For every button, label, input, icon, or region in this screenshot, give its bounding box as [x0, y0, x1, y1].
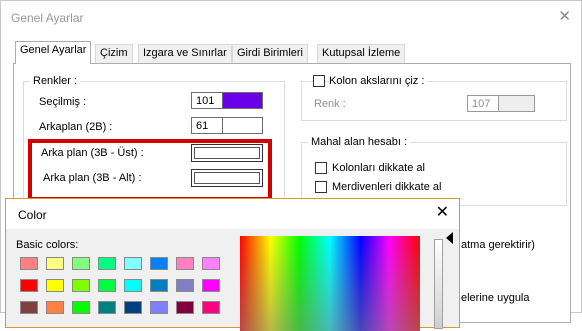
basic-color-swatch[interactable]	[46, 257, 64, 270]
basic-color-swatch[interactable]	[72, 301, 90, 314]
basic-color-swatch[interactable]	[72, 279, 90, 292]
partial-text-apply: elerine uygula	[461, 292, 530, 304]
color-dialog-title-bar: Color ✕	[6, 199, 459, 229]
consider-columns-label: Kolonları dikkate al	[332, 162, 425, 174]
window-title: Genel Ayarlar	[11, 11, 84, 25]
basic-color-swatch[interactable]	[202, 279, 220, 292]
close-icon[interactable]: ✕	[558, 8, 571, 26]
consider-stairs-checkbox[interactable]	[315, 181, 327, 193]
basic-color-swatch[interactable]	[124, 301, 142, 314]
basic-colors-label: Basic colors:	[16, 239, 79, 251]
tab-polar-tracking[interactable]: Kutupsal İzleme	[317, 44, 406, 63]
selected-color-field[interactable]: 101	[191, 92, 263, 109]
color-dialog: Color ✕ Basic colors:	[5, 198, 460, 331]
basic-color-swatch[interactable]	[150, 279, 168, 292]
color-spectrum[interactable]	[240, 236, 420, 331]
background-2d-label: Arkaplan (2B) :	[39, 121, 113, 133]
tab-general-settings[interactable]: Genel Ayarlar	[15, 41, 92, 64]
basic-color-swatch[interactable]	[150, 301, 168, 314]
area-calc-group-label: Mahal alan hesabı :	[308, 136, 411, 148]
tab-grid-and-limits[interactable]: Izgara ve Sınırlar	[138, 44, 232, 63]
colors-group-label: Renkler :	[30, 75, 81, 87]
axis-color-field[interactable]: 107	[467, 95, 535, 112]
luminance-arrow-icon[interactable]	[446, 232, 453, 244]
basic-color-swatch[interactable]	[98, 301, 116, 314]
basic-color-swatch[interactable]	[98, 279, 116, 292]
highlight-frame	[28, 139, 272, 201]
draw-column-axes-checkbox[interactable]	[313, 75, 325, 87]
basic-color-swatch[interactable]	[124, 279, 142, 292]
background-2d-color-field[interactable]: 61	[191, 117, 263, 134]
partial-text-restart: atma gerektirir)	[461, 239, 535, 251]
background-2d-swatch	[222, 118, 262, 133]
color-dialog-close-icon[interactable]: ✕	[436, 204, 449, 222]
consider-columns-checkbox[interactable]	[315, 162, 327, 174]
basic-color-swatch[interactable]	[20, 257, 38, 270]
basic-color-swatch[interactable]	[46, 279, 64, 292]
basic-color-swatch[interactable]	[20, 301, 38, 314]
basic-color-swatch[interactable]	[72, 257, 90, 270]
axis-color-label: Renk :	[314, 98, 346, 110]
basic-color-swatch[interactable]	[176, 279, 194, 292]
basic-color-swatch[interactable]	[124, 257, 142, 270]
basic-color-swatch[interactable]	[202, 257, 220, 270]
luminance-bar[interactable]	[434, 239, 443, 329]
selected-color-swatch	[222, 93, 262, 108]
basic-color-swatch[interactable]	[176, 257, 194, 270]
basic-color-swatch[interactable]	[202, 301, 220, 314]
tab-drawing[interactable]: Çizim	[95, 44, 133, 63]
tab-input-units[interactable]: Girdi Birimleri	[232, 44, 308, 63]
basic-color-swatch[interactable]	[176, 301, 194, 314]
axis-color-swatch	[498, 96, 534, 111]
title-bar: Genel Ayarlar ✕	[1, 1, 581, 37]
basic-color-swatch[interactable]	[150, 257, 168, 270]
basic-color-swatch[interactable]	[46, 301, 64, 314]
consider-stairs-label: Merdivenleri dikkate al	[332, 181, 442, 193]
basic-color-swatch[interactable]	[98, 257, 116, 270]
area-calc-group: Mahal alan hesabı :	[301, 136, 567, 206]
draw-column-axes-label: Kolon akslarını çiz :	[329, 75, 428, 87]
basic-color-swatch[interactable]	[20, 279, 38, 292]
selected-color-label: Seçilmiş :	[39, 96, 87, 108]
color-dialog-title: Color	[18, 208, 47, 222]
